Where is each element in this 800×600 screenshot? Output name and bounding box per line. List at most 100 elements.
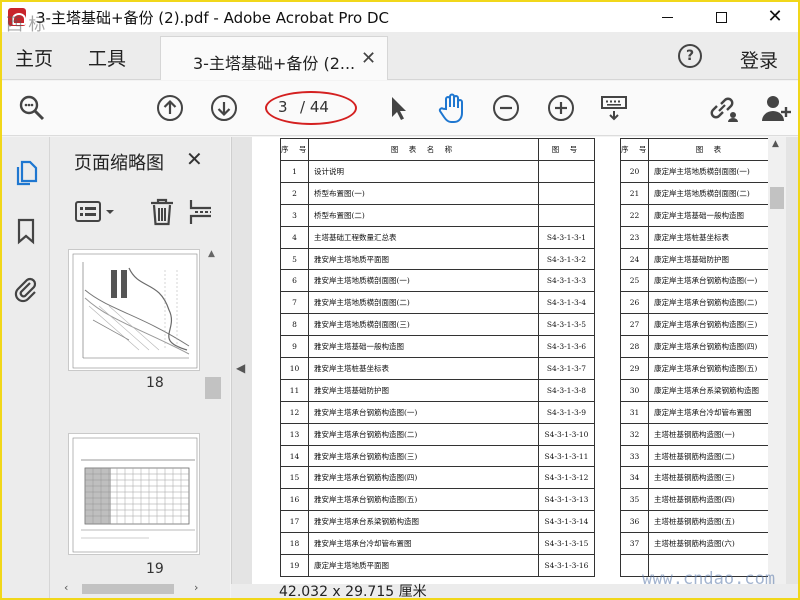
row-name: 康定岸主塔承台钢筋构造图(五)	[648, 357, 772, 380]
table-row: 22 康定岸主塔基础一般构造图	[620, 203, 772, 227]
scroll-up-icon[interactable]: ▲	[208, 249, 215, 259]
row-seq: 30	[620, 378, 649, 402]
minimize-button[interactable]	[644, 2, 690, 32]
row-name: 主塔桩基钢筋构造图(五)	[648, 510, 772, 534]
row-name: 康定岸主塔承台系梁钢筋构造图	[648, 378, 772, 402]
table-row: 24 康定岸主塔基础防护图	[620, 247, 772, 271]
thumbnail-panel: 页面缩略图 ✕ 18 19 ▲ ‹ ›	[50, 137, 230, 598]
maximize-button[interactable]	[698, 2, 744, 32]
scroll-up-icon[interactable]: ▲	[772, 139, 779, 149]
row-figno	[538, 181, 595, 205]
maximize-icon	[715, 11, 727, 23]
zoom-in-icon[interactable]	[545, 92, 577, 124]
page-down-icon[interactable]	[208, 92, 240, 124]
row-figno: S4-3-1-3-10	[538, 422, 595, 446]
table-row: 9 雅安岸主塔基础一般构造图 S4-3-1-3-6	[280, 335, 595, 359]
table-row: 27 康定岸主塔承台钢筋构造图(三)	[620, 313, 772, 337]
bookmark-icon[interactable]	[12, 217, 40, 245]
table-row: 6 雅安岸主塔地质横剖面图(一) S4-3-1-3-3	[280, 269, 595, 293]
row-figno: S4-3-1-3-14	[538, 510, 595, 534]
page-thumbnails-icon[interactable]	[12, 159, 40, 187]
row-name: 雅安岸主塔承台钢筋构造图(四)	[308, 466, 539, 490]
left-rail	[2, 137, 50, 598]
document-tab[interactable]: 3-主塔基础+备份 (2... ✕	[160, 36, 388, 80]
row-figno: S4-3-1-3-1	[538, 225, 595, 249]
row-figno: S4-3-1-3-5	[538, 313, 595, 337]
panel-close-icon[interactable]: ✕	[186, 147, 203, 171]
document-scroll-thumb[interactable]	[770, 187, 784, 209]
thumbnail-page-number: 19	[146, 561, 164, 577]
page-up-icon[interactable]	[154, 92, 186, 124]
login-button[interactable]: 登录	[740, 46, 778, 73]
zoom-search-icon[interactable]	[16, 92, 48, 124]
share-link-icon[interactable]	[707, 92, 739, 124]
select-arrow-icon[interactable]	[382, 92, 414, 124]
header-seq: 序 号	[280, 138, 309, 161]
delete-page-icon[interactable]	[148, 197, 176, 231]
menu-bar: 主页 工具 3-主塔基础+备份 (2... ✕ ? 登录	[2, 32, 798, 80]
row-figno	[538, 160, 595, 183]
row-name: 雅安岸主塔承台冷却管布置图	[308, 532, 539, 556]
horizontal-scroll-thumb[interactable]	[82, 584, 174, 594]
table-row: 19 康定岸主塔地质平面图 S4-3-1-3-16	[280, 554, 595, 577]
table-row: 23 康定岸主塔桩基坐标表	[620, 225, 772, 249]
table-row: 10 雅安岸主塔桩基坐标表 S4-3-1-3-7	[280, 357, 595, 380]
row-seq: 14	[280, 444, 309, 468]
row-seq: 16	[280, 488, 309, 512]
row-seq: 20	[620, 160, 649, 183]
thumbnail-scroll-thumb[interactable]	[205, 377, 221, 399]
menu-tools[interactable]: 工具	[88, 44, 126, 71]
thumbnail-options-icon[interactable]	[74, 199, 116, 229]
table-row: 11 雅安岸主塔基础防护图 S4-3-1-3-8	[280, 378, 595, 402]
attachment-icon[interactable]	[12, 275, 40, 303]
table-row: 32 主塔桩基钢筋构造图(一)	[620, 422, 772, 446]
row-name: 雅安岸主塔承台系梁钢筋构造图	[308, 510, 539, 534]
help-icon[interactable]: ?	[678, 44, 702, 68]
row-name: 康定岸主塔承台钢筋构造图(三)	[648, 313, 772, 337]
row-name: 主塔桩基钢筋构造图(二)	[648, 444, 772, 468]
drawing-index-table-right: 序 号 图 表 20 康定岸主塔地质横剖面图(一) 21 康定岸主塔地质横剖面图(二)…	[620, 138, 772, 577]
zoom-out-icon[interactable]	[490, 92, 522, 124]
table-row: 5 雅安岸主塔地质平面图 S4-3-1-3-2	[280, 247, 595, 271]
document-scrollbar[interactable]: ▲	[768, 137, 786, 584]
row-figno: S4-3-1-3-9	[538, 400, 595, 424]
row-name: 康定岸主塔地质平面图	[308, 554, 539, 577]
table-row: 29 康定岸主塔承台钢筋构造图(五)	[620, 357, 772, 380]
document-view: ◀ 序 号 图 表 名 称 图 号 1 设计说明 2 桥型布置图(一) 3 桥型布置图(二…	[231, 137, 798, 584]
row-figno: S4-3-1-3-13	[538, 488, 595, 512]
thumbnail-scrollbar[interactable]: ▲	[204, 247, 222, 598]
table-row: 30 康定岸主塔承台系梁钢筋构造图	[620, 378, 772, 402]
thumbnail-page-19[interactable]	[68, 433, 200, 555]
header-seq: 序 号	[620, 138, 649, 161]
row-seq: 1	[280, 160, 309, 183]
hand-tool-icon[interactable]	[436, 92, 468, 124]
menu-home[interactable]: 主页	[15, 44, 53, 71]
keyboard-icon[interactable]	[598, 92, 630, 124]
row-seq: 18	[280, 532, 309, 556]
row-name: 康定岸主塔承台钢筋构造图(二)	[648, 291, 772, 315]
document-page: 序 号 图 表 名 称 图 号 1 设计说明 2 桥型布置图(一) 3 桥型布置图(二) 4…	[252, 137, 772, 584]
table-row: 20 康定岸主塔地质横剖面图(一)	[620, 160, 772, 183]
table-row: 26 康定岸主塔承台钢筋构造图(二)	[620, 291, 772, 315]
collapse-panel-icon[interactable]: ◀	[236, 361, 245, 375]
drawing-index-table-left: 序 号 图 表 名 称 图 号 1 设计说明 2 桥型布置图(一) 3 桥型布置图(二) 4…	[280, 138, 595, 577]
tab-close-icon[interactable]: ✕	[361, 48, 376, 69]
row-seq: 2	[280, 181, 309, 205]
row-figno: S4-3-1-3-7	[538, 357, 595, 380]
row-name: 康定岸主塔桩基坐标表	[648, 225, 772, 249]
thumbnail-page-18[interactable]	[68, 249, 200, 371]
add-user-icon[interactable]	[760, 92, 792, 124]
rotate-page-icon[interactable]	[188, 197, 214, 231]
close-window-button[interactable]: ✕	[752, 2, 798, 32]
table-row: 28 康定岸主塔承台钢筋构造图(四)	[620, 335, 772, 359]
scroll-right-icon[interactable]: ›	[194, 581, 198, 594]
row-name: 雅安岸主塔地质横剖面图(一)	[308, 269, 539, 293]
scroll-left-icon[interactable]: ‹	[64, 581, 68, 594]
row-name: 主塔桩基钢筋构造图(四)	[648, 488, 772, 512]
row-seq: 17	[280, 510, 309, 534]
thumbnail-horizontal-scrollbar[interactable]: ‹ ›	[62, 581, 202, 597]
row-name: 雅安岸主塔承台钢筋构造图(五)	[308, 488, 539, 512]
row-name: 主塔桩基钢筋构造图(三)	[648, 466, 772, 490]
table-row: 14 雅安岸主塔承台钢筋构造图(三) S4-3-1-3-11	[280, 444, 595, 468]
row-figno: S4-3-1-3-6	[538, 335, 595, 359]
